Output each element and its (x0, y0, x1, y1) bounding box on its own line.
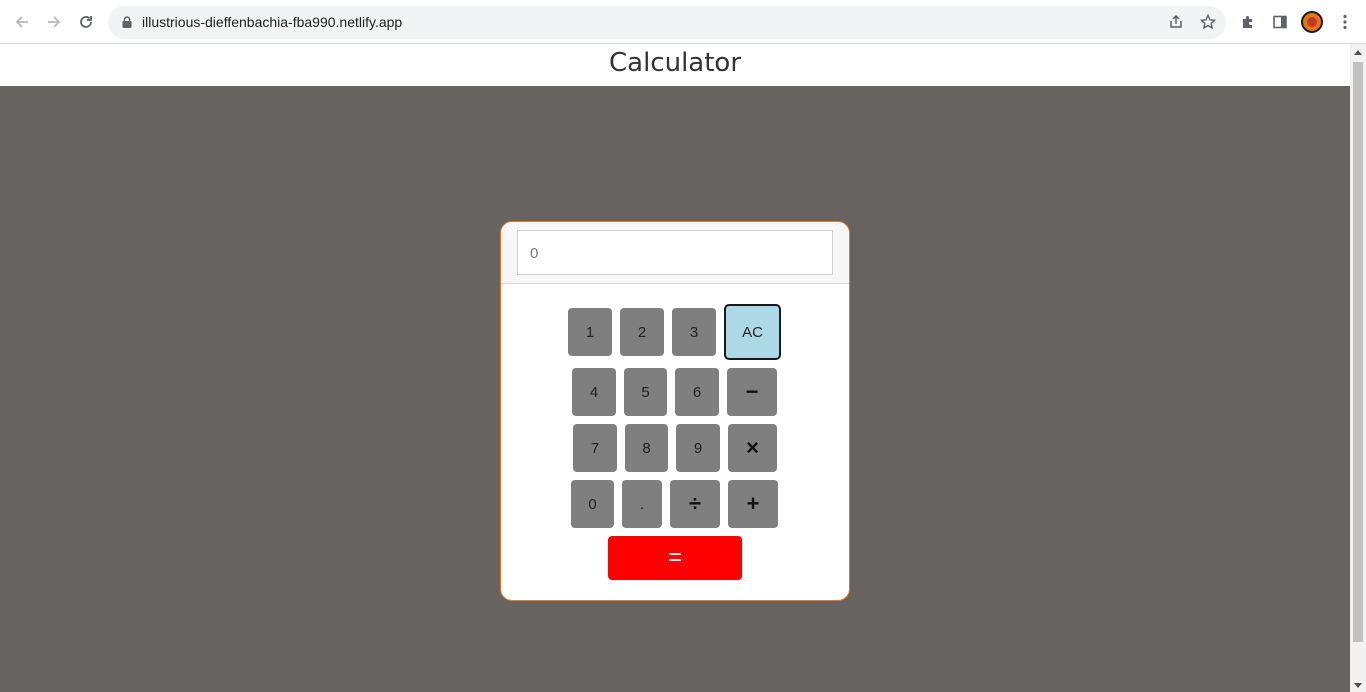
forward-arrow-icon[interactable] (40, 8, 68, 36)
key-1-button[interactable]: 1 (568, 308, 612, 356)
vertical-scrollbar[interactable] (1350, 44, 1366, 692)
key-4-button[interactable]: 4 (572, 368, 616, 416)
bookmark-star-icon[interactable] (1198, 12, 1218, 32)
scroll-up-arrow-icon[interactable] (1354, 50, 1362, 55)
share-icon[interactable] (1166, 12, 1186, 32)
calculator-display-input[interactable]: 0 (517, 230, 833, 275)
decimal-button[interactable]: . (622, 480, 662, 528)
reload-icon[interactable] (72, 8, 100, 36)
key-5-button[interactable]: 5 (624, 368, 667, 416)
key-6-button[interactable]: 6 (675, 368, 719, 416)
divide-button[interactable]: ÷ (670, 480, 720, 528)
address-bar[interactable]: illustrious-dieffenbachia-fba990.netlify… (108, 6, 1226, 39)
calculator-display-panel: 0 (501, 222, 849, 284)
key-3-button[interactable]: 3 (672, 308, 716, 356)
key-7-button[interactable]: 7 (573, 424, 617, 472)
minus-button[interactable]: − (727, 368, 777, 416)
key-9-button[interactable]: 9 (676, 424, 720, 472)
extensions-puzzle-icon[interactable] (1236, 10, 1260, 34)
key-2-button[interactable]: 2 (620, 308, 664, 356)
profile-avatar[interactable] (1301, 11, 1323, 33)
lock-icon (122, 16, 132, 28)
back-arrow-icon[interactable] (8, 8, 36, 36)
equals-button[interactable]: = (608, 536, 742, 580)
key-8-button[interactable]: 8 (625, 424, 668, 472)
all-clear-button[interactable]: AC (724, 304, 781, 360)
side-panel-icon[interactable] (1268, 10, 1292, 34)
calculator-card: 0 1 2 3 AC 4 5 6 − 7 8 9 × 0 . ÷ + = (500, 221, 850, 601)
url-text[interactable]: illustrious-dieffenbachia-fba990.netlify… (142, 14, 402, 30)
plus-button[interactable]: + (728, 480, 778, 528)
multiply-button[interactable]: × (728, 424, 777, 472)
scroll-down-arrow-icon[interactable] (1354, 683, 1362, 688)
browser-toolbar: illustrious-dieffenbachia-fba990.netlify… (0, 0, 1366, 44)
key-0-button[interactable]: 0 (571, 480, 614, 528)
page-title: Calculator (608, 48, 742, 78)
menu-kebab-icon[interactable] (1333, 10, 1357, 34)
page-header: Calculator (0, 44, 1350, 86)
scroll-thumb[interactable] (1353, 62, 1363, 642)
